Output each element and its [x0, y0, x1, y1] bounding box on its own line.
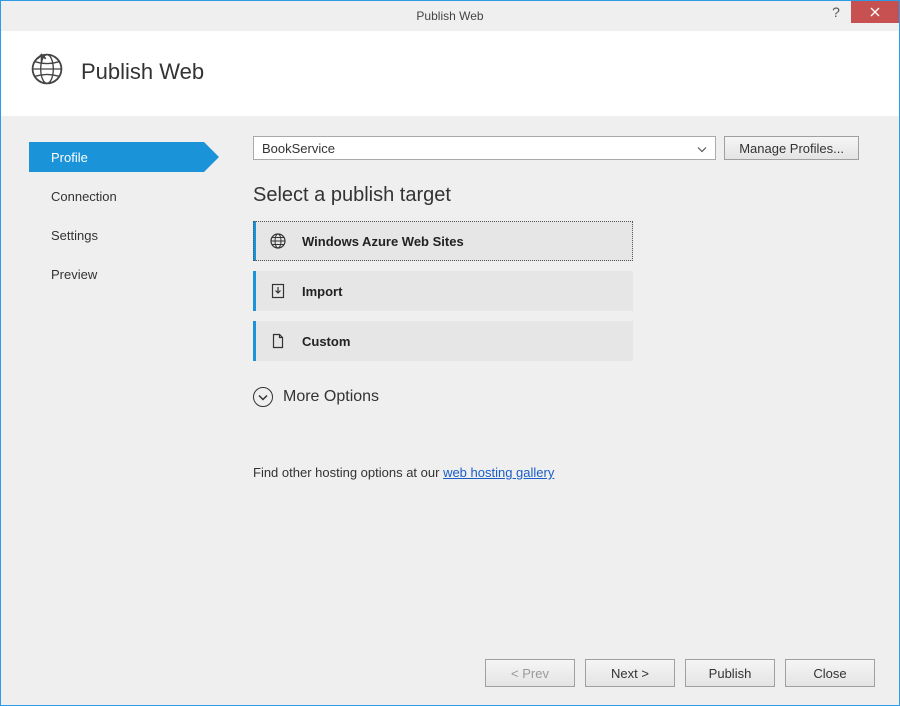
target-label: Import [302, 284, 342, 299]
help-icon: ? [832, 4, 840, 20]
hosting-hint: Find other hosting options at our web ho… [253, 465, 859, 480]
profile-row: BookService Manage Profiles... [253, 136, 859, 160]
sidebar-item-label: Settings [51, 228, 98, 243]
dialog-header: Publish Web [1, 31, 899, 116]
import-icon [270, 283, 286, 299]
button-label: Manage Profiles... [739, 141, 844, 156]
help-button[interactable]: ? [821, 1, 851, 23]
chevron-down-icon [697, 141, 707, 156]
target-label: Custom [302, 334, 350, 349]
dialog-body: Profile Connection Settings Preview Book… [1, 116, 899, 647]
chevron-down-circle-icon [253, 387, 273, 407]
sidebar-item-label: Preview [51, 267, 97, 282]
sidebar-item-settings[interactable]: Settings [29, 220, 204, 250]
target-azure-web-sites[interactable]: Windows Azure Web Sites [253, 221, 633, 261]
prev-button[interactable]: < Prev [485, 659, 575, 687]
button-label: Next > [611, 666, 649, 681]
sidebar-item-label: Connection [51, 189, 117, 204]
wizard-sidebar: Profile Connection Settings Preview [1, 136, 231, 647]
close-window-button[interactable] [851, 1, 899, 23]
target-custom[interactable]: Custom [253, 321, 633, 361]
sidebar-item-connection[interactable]: Connection [29, 181, 204, 211]
publish-globe-icon [29, 51, 65, 92]
next-button[interactable]: Next > [585, 659, 675, 687]
window-controls: ? [821, 1, 899, 23]
section-title: Select a publish target [253, 184, 859, 207]
close-icon [870, 7, 880, 17]
titlebar: Publish Web ? [1, 1, 899, 31]
azure-icon [270, 233, 286, 249]
dialog-footer: < Prev Next > Publish Close [1, 647, 899, 705]
publish-target-list: Windows Azure Web Sites Import [253, 221, 633, 361]
target-import[interactable]: Import [253, 271, 633, 311]
profile-dropdown[interactable]: BookService [253, 136, 716, 160]
button-label: Close [813, 666, 846, 681]
web-hosting-gallery-link[interactable]: web hosting gallery [443, 465, 554, 480]
publish-button[interactable]: Publish [685, 659, 775, 687]
manage-profiles-button[interactable]: Manage Profiles... [724, 136, 859, 160]
sidebar-item-profile[interactable]: Profile [29, 142, 204, 172]
dialog-title: Publish Web [81, 59, 204, 85]
more-options-label: More Options [283, 388, 379, 406]
main-panel: BookService Manage Profiles... Select a … [231, 136, 899, 647]
sidebar-item-preview[interactable]: Preview [29, 259, 204, 289]
target-label: Windows Azure Web Sites [302, 234, 464, 249]
publish-web-dialog: Publish Web ? Publish Web [0, 0, 900, 706]
profile-selected-value: BookService [262, 141, 335, 156]
sidebar-item-label: Profile [51, 150, 88, 165]
button-label: Publish [709, 666, 752, 681]
close-button[interactable]: Close [785, 659, 875, 687]
document-icon [270, 333, 286, 349]
more-options-toggle[interactable]: More Options [253, 387, 859, 407]
hosting-prefix: Find other hosting options at our [253, 465, 443, 480]
window-title: Publish Web [416, 9, 483, 23]
button-label: < Prev [511, 666, 549, 681]
